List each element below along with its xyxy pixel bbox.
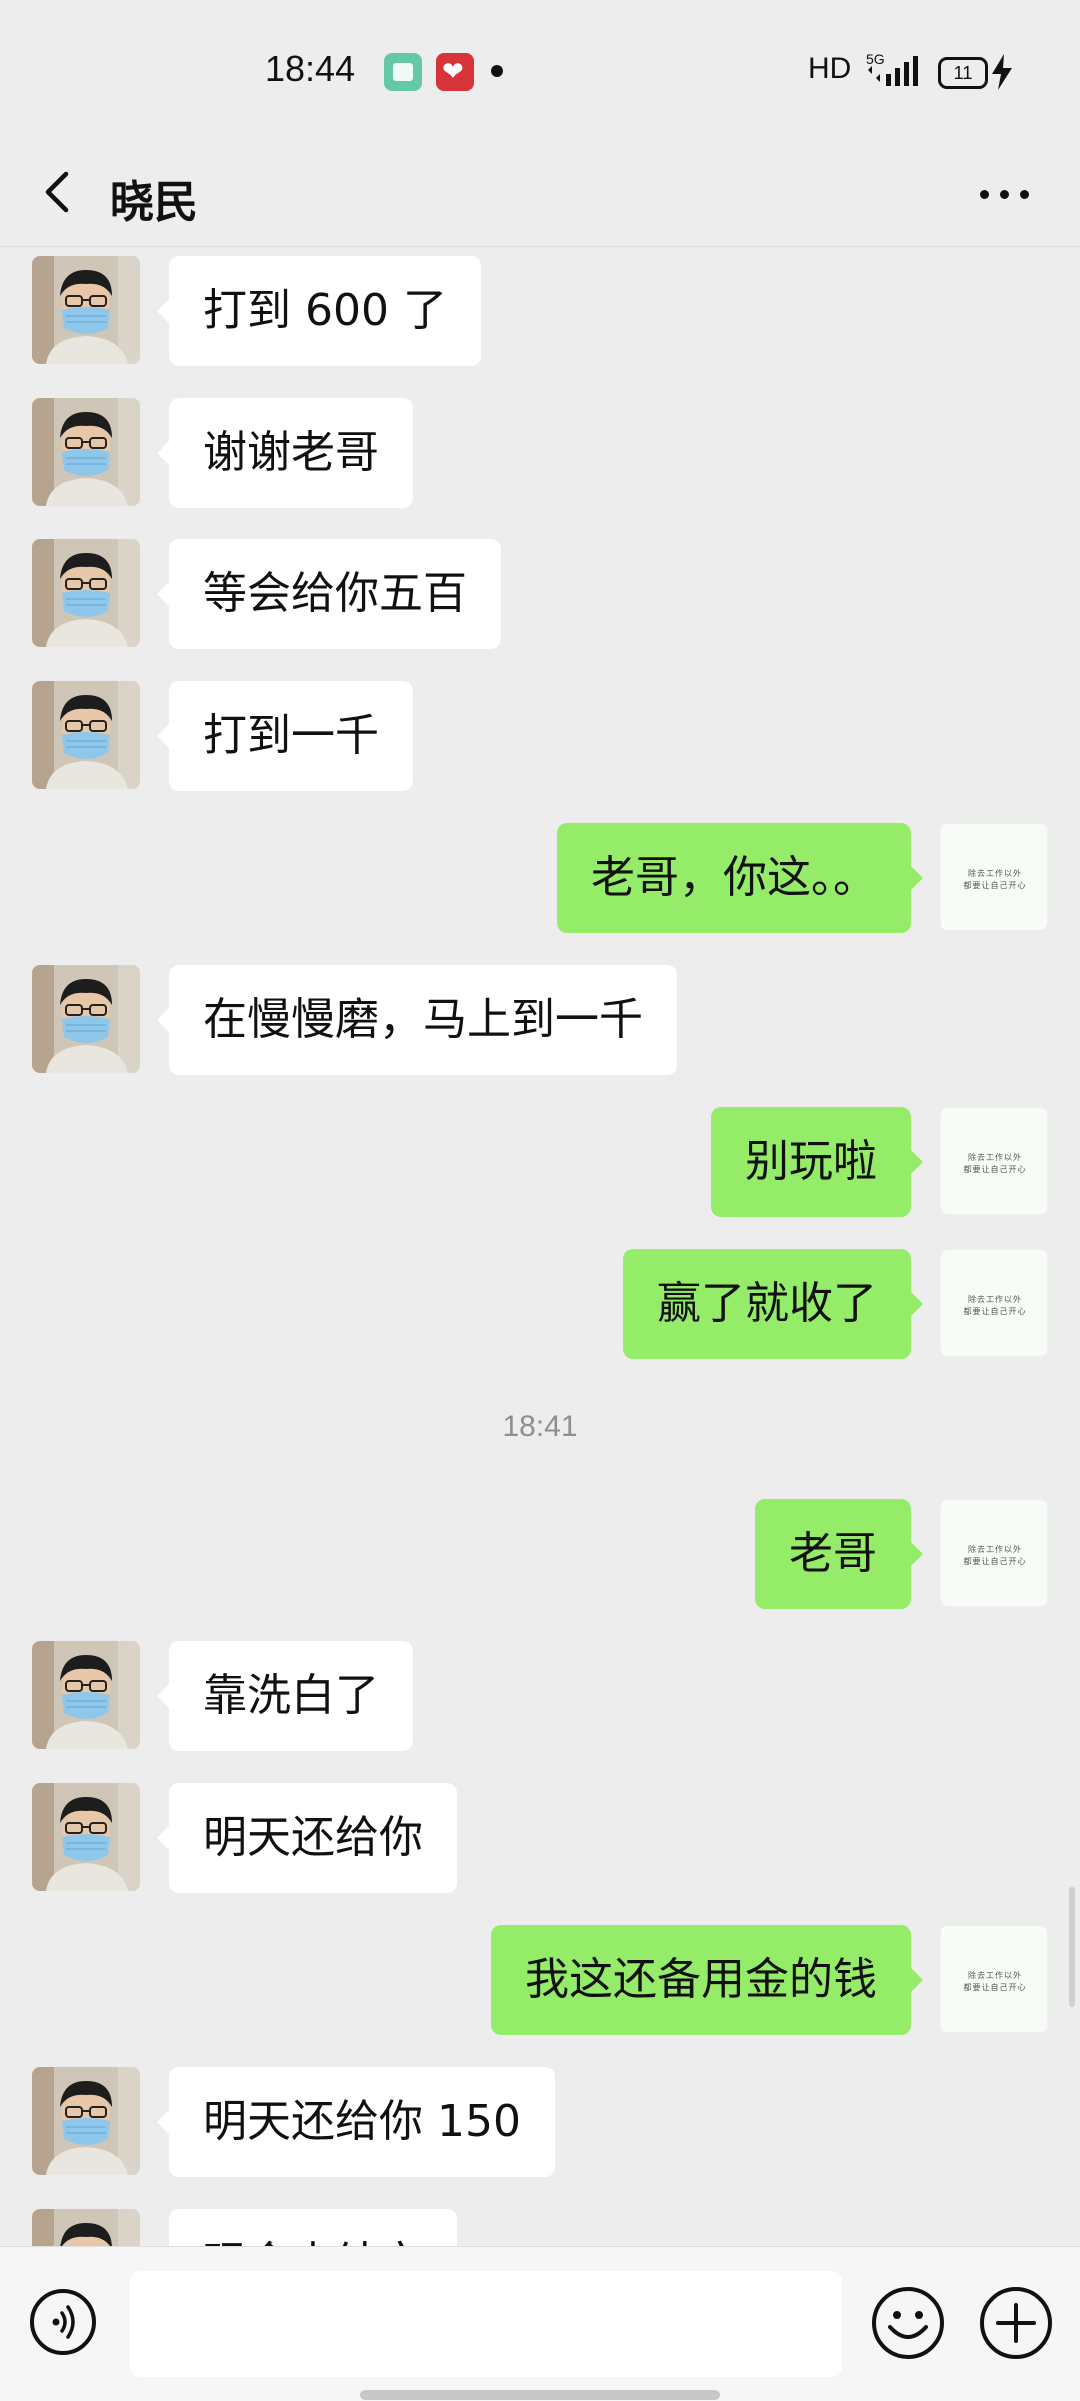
message-row: 除去工作以外 都要让自己开心 老哥，你这。。 xyxy=(0,823,1080,933)
message-row: 打到一千 xyxy=(0,681,1080,791)
page-title: 晓民 xyxy=(110,177,198,228)
my-avatar[interactable]: 除去工作以外 都要让自己开心 xyxy=(940,1925,1048,2033)
my-avatar[interactable]: 除去工作以外 都要让自己开心 xyxy=(940,1499,1048,1607)
contact-avatar[interactable] xyxy=(32,539,140,647)
notification-dot-icon xyxy=(491,65,503,77)
contact-avatar[interactable] xyxy=(32,965,140,1073)
contact-avatar[interactable] xyxy=(32,2209,140,2246)
message-row: 在慢慢磨，马上到一千 xyxy=(0,965,1080,1075)
chat-header: 晓民 xyxy=(0,140,1080,247)
message-bubble[interactable]: 在慢慢磨，马上到一千 xyxy=(157,965,677,1075)
message-bubble[interactable]: 打到一千 xyxy=(157,681,413,791)
message-input[interactable] xyxy=(130,2271,842,2377)
network-type: 5G xyxy=(866,51,885,67)
message-list[interactable]: 打到 600 了 谢谢老哥 等会给你五百 打到一千 除去工作以外 都要让自己开心… xyxy=(0,247,1080,2246)
message-bubble[interactable]: 谢谢老哥 xyxy=(157,398,413,508)
app-notification-icon xyxy=(384,53,422,91)
battery-level: 11 xyxy=(953,63,973,83)
message-row: 谢谢老哥 xyxy=(0,398,1080,508)
message-bubble[interactable]: 别玩啦 xyxy=(711,1107,923,1217)
network-label: HD xyxy=(808,52,852,85)
message-row: 明天还给你 150 xyxy=(0,2067,1080,2177)
plus-icon[interactable] xyxy=(978,2285,1054,2361)
message-bubble[interactable]: 赢了就收了 xyxy=(623,1249,923,1359)
status-time: 18:44 xyxy=(265,48,356,89)
message-row: 等会给你五百 xyxy=(0,539,1080,649)
message-row: 除去工作以外 都要让自己开心 我这还备用金的钱 xyxy=(0,1925,1080,2035)
message-bubble[interactable]: 老哥，你这。。 xyxy=(557,823,923,933)
battery-icon: 11 xyxy=(938,57,988,89)
contact-avatar[interactable] xyxy=(32,256,140,364)
message-bubble[interactable]: 现金未结完 xyxy=(169,2209,457,2246)
message-row: 除去工作以外 都要让自己开心 老哥 xyxy=(0,1499,1080,1609)
contact-avatar[interactable] xyxy=(32,681,140,789)
chevron-left-icon[interactable] xyxy=(30,162,90,222)
emoji-icon[interactable] xyxy=(870,2285,946,2361)
voice-icon[interactable] xyxy=(30,2289,96,2355)
my-avatar[interactable]: 除去工作以外 都要让自己开心 xyxy=(940,1107,1048,1215)
message-bubble[interactable]: 打到 600 了 xyxy=(157,256,481,366)
time-divider: 18:41 xyxy=(502,1410,578,1443)
message-bubble[interactable]: 老哥 xyxy=(755,1499,923,1609)
message-bubble[interactable]: 明天还给你 150 xyxy=(157,2067,555,2177)
message-bubble[interactable]: 等会给你五百 xyxy=(157,539,501,649)
my-avatar[interactable]: 除去工作以外 都要让自己开心 xyxy=(940,1249,1048,1357)
message-bubble[interactable]: 明天还给你 xyxy=(157,1783,457,1893)
my-avatar[interactable]: 除去工作以外 都要让自己开心 xyxy=(940,823,1048,931)
contact-avatar[interactable] xyxy=(32,1783,140,1891)
input-bar xyxy=(0,2246,1080,2401)
contact-avatar[interactable] xyxy=(32,398,140,506)
message-row: 靠洗白了 xyxy=(0,1641,1080,1751)
charging-icon xyxy=(992,54,1012,90)
message-bubble[interactable]: 靠洗白了 xyxy=(157,1641,413,1751)
message-row: 除去工作以外 都要让自己开心 赢了就收了 xyxy=(0,1249,1080,1359)
home-indicator[interactable] xyxy=(360,2390,720,2400)
message-row: 打到 600 了 xyxy=(0,256,1080,366)
contact-avatar[interactable] xyxy=(32,2067,140,2175)
message-row: 除去工作以外 都要让自己开心 别玩啦 xyxy=(0,1107,1080,1217)
more-dots-icon[interactable] xyxy=(970,170,1040,220)
contact-avatar[interactable] xyxy=(32,1641,140,1749)
message-bubble[interactable]: 我这还备用金的钱 xyxy=(491,1925,923,2035)
heart-app-icon: ❤ xyxy=(436,53,474,91)
message-row: 现金未结完 xyxy=(0,2209,1080,2246)
scrollbar[interactable] xyxy=(1069,1887,1075,2007)
signal-icon: 5G xyxy=(866,51,918,86)
message-row: 明天还给你 xyxy=(0,1783,1080,1893)
status-bar: 18:44 ❤ HD 5G 11 xyxy=(0,0,1080,140)
